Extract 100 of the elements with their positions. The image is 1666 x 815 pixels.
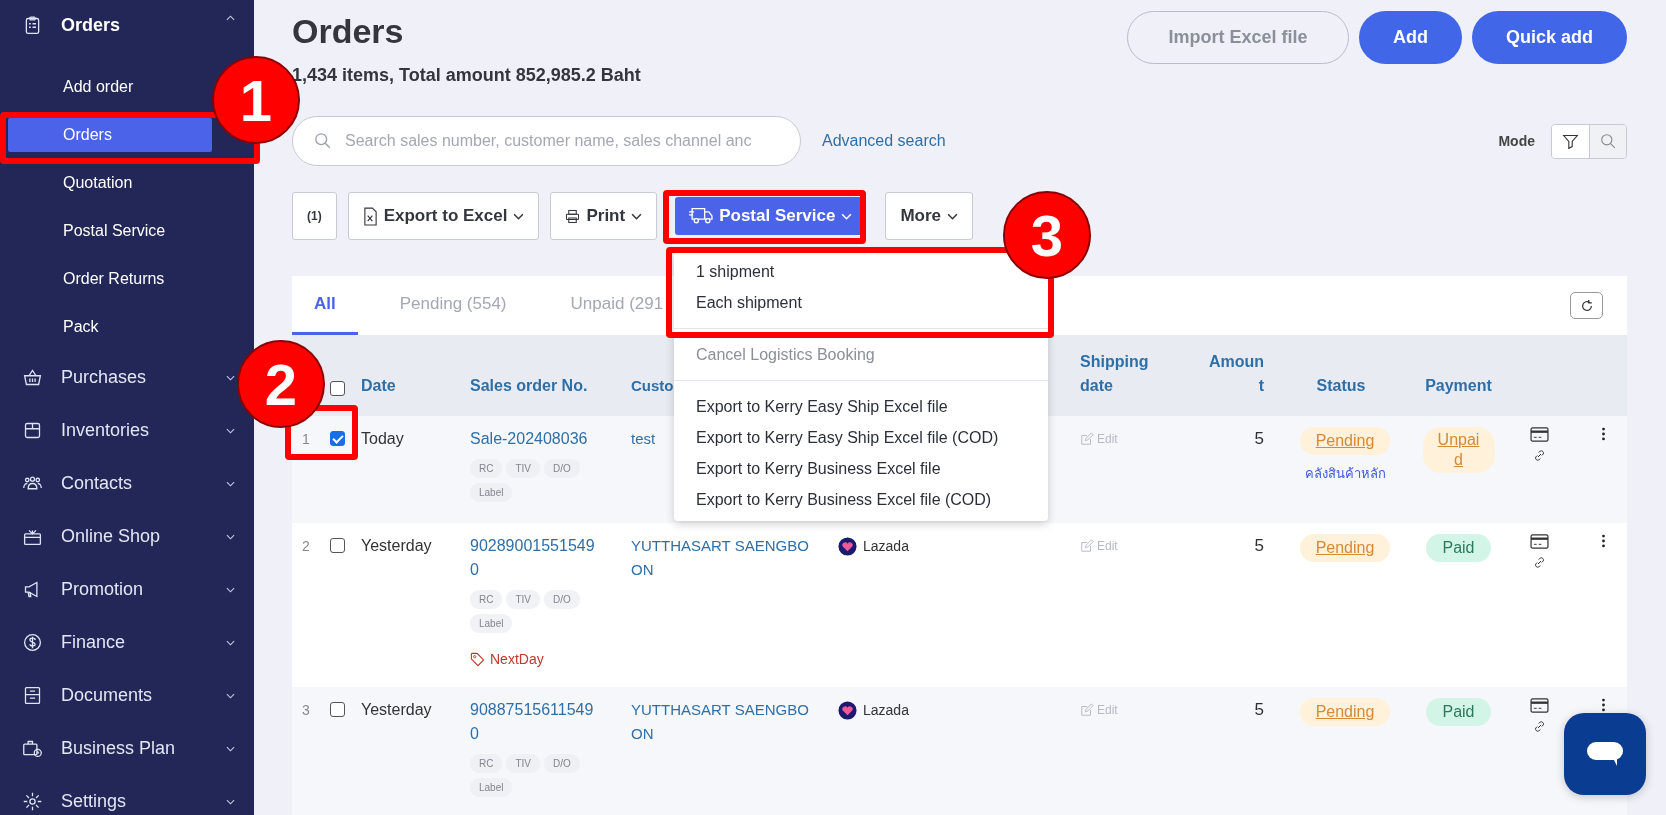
chat-button[interactable] bbox=[1564, 713, 1646, 795]
order-number-link[interactable]: Sale-202408036 bbox=[470, 427, 598, 451]
channel-cell: Lazada bbox=[830, 534, 909, 558]
row-number: 2 bbox=[301, 537, 310, 556]
edit-icon bbox=[1080, 432, 1094, 446]
section-label: Settings bbox=[61, 791, 128, 812]
toolbar-button[interactable]: Export to Excel bbox=[347, 192, 540, 240]
filter-mode-button[interactable] bbox=[1552, 124, 1589, 158]
heart-logo-icon bbox=[838, 700, 857, 720]
sidebar-section[interactable]: Settings bbox=[0, 775, 240, 815]
import-button[interactable]: Import Excel file bbox=[1126, 11, 1349, 64]
box-icon bbox=[22, 420, 43, 441]
section-label: Documents bbox=[61, 685, 154, 706]
checkbox[interactable] bbox=[330, 702, 345, 717]
sidebar-section[interactable]: Online Shop bbox=[0, 510, 240, 563]
status-badge[interactable]: Pending bbox=[1299, 698, 1391, 726]
tag-icon bbox=[470, 651, 485, 667]
toolbar-button[interactable]: Print bbox=[550, 192, 658, 240]
section-label: Finance bbox=[61, 632, 127, 653]
sidebar-item[interactable]: Postal Service bbox=[8, 214, 212, 248]
document-tag[interactable]: D/O bbox=[544, 590, 580, 609]
status-badge[interactable]: Pending bbox=[1299, 534, 1391, 562]
document-tag[interactable]: TIV bbox=[506, 590, 540, 609]
dollar-icon bbox=[22, 632, 43, 653]
order-number-link[interactable]: 902890015515490 bbox=[470, 534, 598, 582]
amount-cell-text: 5 bbox=[1254, 535, 1264, 557]
card-icon[interactable] bbox=[1530, 534, 1549, 549]
sidebar-item[interactable]: Add order bbox=[8, 70, 212, 104]
sidebar-section[interactable]: Inventories bbox=[0, 404, 240, 457]
document-tag[interactable]: TIV bbox=[506, 754, 540, 773]
search-icon bbox=[1599, 132, 1617, 150]
more-icon[interactable] bbox=[1601, 698, 1606, 712]
menu-item[interactable]: Export to Kerry Business Excel file bbox=[696, 453, 941, 484]
document-tag[interactable]: Label bbox=[470, 778, 513, 797]
column-header: Amount bbox=[1207, 352, 1264, 396]
column-header: Custo bbox=[630, 376, 674, 396]
sidebar-item[interactable]: Quotation bbox=[8, 166, 212, 200]
document-tag[interactable]: RC bbox=[470, 590, 503, 609]
channel-cell: Lazada bbox=[830, 698, 909, 722]
amount-cell-text: 5 bbox=[1254, 699, 1264, 721]
excel-file-icon bbox=[362, 206, 378, 226]
document-tag[interactable]: Label bbox=[470, 483, 513, 502]
row-number: 1 bbox=[301, 430, 310, 449]
menu-item[interactable]: Each shipment bbox=[696, 287, 802, 318]
sidebar-section[interactable]: Purchases bbox=[0, 351, 240, 404]
row-number: 3 bbox=[301, 701, 310, 720]
section-label: Purchases bbox=[61, 367, 148, 388]
card-icon[interactable] bbox=[1530, 698, 1549, 713]
edit-icon bbox=[1080, 539, 1094, 553]
search-field[interactable]: Search sales number, customer name, sales channel anc bbox=[292, 116, 801, 166]
primary-button[interactable]: Add bbox=[1358, 11, 1462, 64]
status-badge[interactable]: Pending bbox=[1299, 427, 1391, 455]
section-label: Orders bbox=[61, 15, 122, 36]
sidebar-section[interactable]: Promotion bbox=[0, 563, 240, 616]
sidebar-item[interactable]: Pack bbox=[8, 310, 212, 344]
menu-item[interactable]: Export to Kerry Easy Ship Excel file bbox=[696, 391, 948, 422]
customer-link[interactable]: YUTTHASART SAENGBOON bbox=[623, 698, 816, 746]
document-tag[interactable]: RC bbox=[470, 754, 503, 773]
document-tag[interactable]: RC bbox=[470, 459, 503, 478]
date-cell-text: Today bbox=[360, 429, 404, 449]
advanced-search-link[interactable]: Advanced search bbox=[822, 132, 946, 150]
more-icon[interactable] bbox=[1601, 427, 1606, 441]
toolbar-button[interactable]: More bbox=[885, 192, 974, 240]
menu-item[interactable]: Export to Kerry Business Excel file (COD) bbox=[696, 484, 992, 515]
document-tag[interactable]: D/O bbox=[544, 459, 580, 478]
sidebar-section[interactable]: Business Plan bbox=[0, 722, 240, 775]
checkbox[interactable] bbox=[330, 381, 345, 396]
column-header: Shipping date bbox=[1079, 352, 1150, 396]
archive-icon bbox=[22, 685, 43, 706]
basket-icon bbox=[22, 367, 43, 388]
payment-badge[interactable]: Unpaid bbox=[1422, 427, 1495, 473]
gear-icon bbox=[22, 791, 43, 812]
payment-badge[interactable]: Paid bbox=[1426, 534, 1491, 562]
section-label: Online Shop bbox=[61, 526, 162, 547]
primary-button[interactable]: Quick add bbox=[1471, 11, 1627, 64]
sidebar-section[interactable]: Orders bbox=[0, 15, 240, 63]
warehouse-label: คลังสินค้าหลัก bbox=[1304, 465, 1386, 483]
menu-item[interactable]: Export to Kerry Easy Ship Excel file (COD) bbox=[696, 422, 999, 453]
customer-link[interactable]: YUTTHASART SAENGBOON bbox=[623, 534, 816, 582]
refresh-icon bbox=[1579, 298, 1594, 313]
sidebar-section[interactable]: Finance bbox=[0, 616, 240, 669]
sidebar-item[interactable]: Orders bbox=[8, 118, 212, 152]
card-icon[interactable] bbox=[1530, 427, 1549, 442]
checkbox[interactable] bbox=[330, 431, 345, 446]
toolbar-button[interactable]: (1) bbox=[292, 192, 337, 240]
section-label: Business Plan bbox=[61, 738, 177, 759]
sidebar-section[interactable]: Contacts bbox=[0, 457, 240, 510]
order-number-link[interactable]: 908875156115490 bbox=[470, 698, 598, 746]
menu-item[interactable]: 1 shipment bbox=[696, 256, 775, 287]
document-tag[interactable]: D/O bbox=[544, 754, 580, 773]
checkbox[interactable] bbox=[330, 538, 345, 553]
more-icon[interactable] bbox=[1601, 534, 1606, 548]
payment-badge[interactable]: Paid bbox=[1426, 698, 1491, 726]
sidebar-section[interactable]: Documents bbox=[0, 669, 240, 722]
order-summary: 1,434 items, Total amount 852,985.2 Baht bbox=[292, 64, 641, 87]
truck-icon bbox=[689, 207, 714, 225]
document-tag[interactable]: TIV bbox=[506, 459, 540, 478]
sidebar-item[interactable]: Order Returns bbox=[8, 262, 212, 296]
refresh-button[interactable] bbox=[1570, 292, 1603, 319]
document-tag[interactable]: Label bbox=[470, 614, 513, 633]
